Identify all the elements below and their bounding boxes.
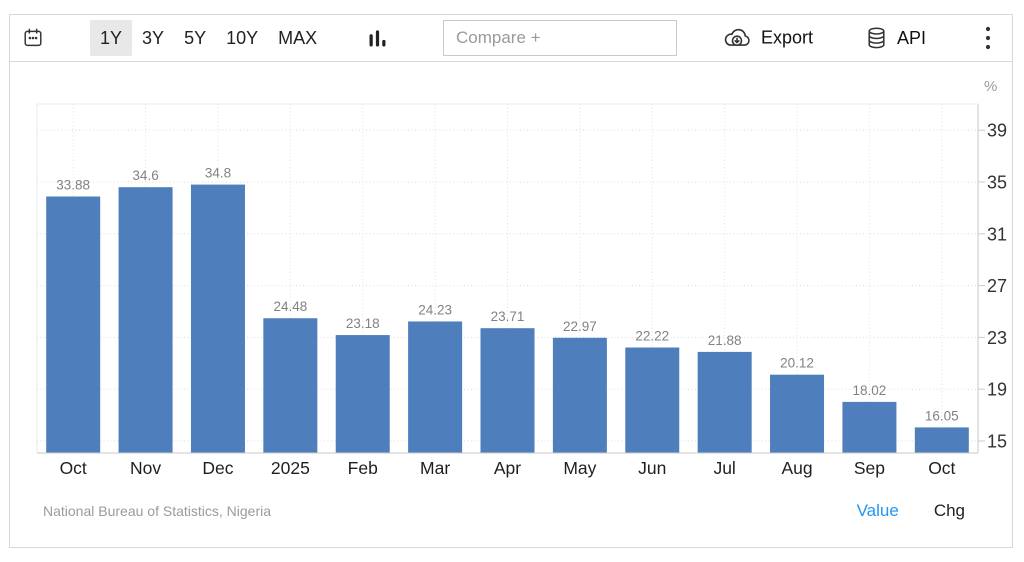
- chg-mode-button[interactable]: Chg: [934, 501, 965, 521]
- range-button-5y[interactable]: 5Y: [174, 20, 216, 56]
- y-axis-tick-label: 19: [987, 380, 1007, 400]
- bar-chart[interactable]: 33.88 Oct 34.6 Nov 34.8 Dec 24.48 2025 23.18 Feb 2…: [10, 62, 1012, 546]
- bar-Jul[interactable]: [698, 352, 752, 453]
- bar-value-label: 23.18: [346, 316, 380, 331]
- cloud-download-icon: [722, 27, 752, 50]
- bar-value-label: 18.02: [853, 383, 887, 398]
- x-axis-label: Dec: [202, 458, 233, 478]
- display-mode-switch: Value Chg: [857, 501, 965, 521]
- more-menu-button[interactable]: [984, 25, 992, 51]
- range-button-10y[interactable]: 10Y: [216, 20, 268, 56]
- x-axis-label: Jul: [713, 458, 735, 478]
- bar-value-label: 34.8: [205, 166, 231, 181]
- bar-Jun[interactable]: [625, 348, 679, 453]
- api-button[interactable]: API: [865, 26, 926, 50]
- x-axis-label: Sep: [854, 458, 885, 478]
- value-mode-button[interactable]: Value: [857, 501, 899, 521]
- bar-Feb[interactable]: [336, 335, 390, 453]
- range-button-max[interactable]: MAX: [268, 20, 327, 56]
- bar-value-label: 34.6: [132, 168, 158, 183]
- bar-Dec[interactable]: [191, 185, 245, 453]
- bar-May[interactable]: [553, 338, 607, 453]
- export-button[interactable]: Export: [722, 27, 813, 50]
- bar-Apr[interactable]: [481, 328, 535, 453]
- calendar-button[interactable]: [22, 27, 44, 49]
- bar-value-label: 20.12: [780, 356, 814, 371]
- y-axis-tick-label: 27: [987, 276, 1007, 296]
- bar-value-label: 24.48: [273, 299, 307, 314]
- y-axis-tick-label: 35: [987, 173, 1007, 193]
- calendar-icon: [22, 27, 44, 49]
- export-label: Export: [761, 28, 813, 49]
- bar-Aug[interactable]: [770, 375, 824, 453]
- chart-type-button[interactable]: [368, 28, 387, 49]
- bar-Nov[interactable]: [119, 187, 173, 453]
- bar-Mar[interactable]: [408, 321, 462, 453]
- x-axis-label: May: [563, 458, 596, 478]
- chart-toolbar: 1Y 3Y 5Y 10Y MAX Export API: [9, 14, 1013, 62]
- bar-value-label: 24.23: [418, 302, 452, 317]
- range-button-1y[interactable]: 1Y: [90, 20, 132, 56]
- x-axis-label: Aug: [781, 458, 812, 478]
- bar-value-label: 23.71: [491, 309, 525, 324]
- source-attribution: National Bureau of Statistics, Nigeria: [43, 503, 271, 519]
- y-axis-tick-label: 15: [987, 432, 1007, 452]
- api-label: API: [897, 28, 926, 49]
- y-axis-tick-label: 23: [987, 328, 1007, 348]
- compare-input[interactable]: [443, 20, 677, 56]
- range-button-3y[interactable]: 3Y: [132, 20, 174, 56]
- bar-value-label: 22.97: [563, 319, 597, 334]
- range-selector: 1Y 3Y 5Y 10Y MAX: [90, 20, 327, 56]
- bar-Oct[interactable]: [915, 427, 969, 453]
- x-axis-label: Nov: [130, 458, 161, 478]
- x-axis-label: Apr: [494, 458, 521, 478]
- kebab-menu-icon: [984, 25, 992, 51]
- bar-value-label: 21.88: [708, 333, 742, 348]
- x-axis-label: Jun: [638, 458, 666, 478]
- x-axis-label: Oct: [928, 458, 955, 478]
- bar-value-label: 16.05: [925, 408, 959, 423]
- y-axis-unit-label: %: [984, 78, 997, 95]
- x-axis-label: Oct: [60, 458, 87, 478]
- database-icon: [865, 26, 888, 50]
- column-chart-icon: [368, 28, 387, 49]
- bar-value-label: 22.22: [635, 329, 669, 344]
- x-axis-label: Feb: [348, 458, 378, 478]
- bar-Oct[interactable]: [46, 197, 100, 453]
- chart-panel: 33.88 Oct 34.6 Nov 34.8 Dec 24.48 2025 23.18 Feb 2…: [9, 62, 1013, 548]
- bar-Sep[interactable]: [842, 402, 896, 453]
- y-axis-tick-label: 31: [987, 224, 1007, 244]
- bar-2025[interactable]: [263, 318, 317, 453]
- x-axis-label: 2025: [271, 458, 310, 478]
- y-axis-tick-label: 39: [987, 121, 1007, 141]
- bar-value-label: 33.88: [56, 178, 90, 193]
- x-axis-label: Mar: [420, 458, 450, 478]
